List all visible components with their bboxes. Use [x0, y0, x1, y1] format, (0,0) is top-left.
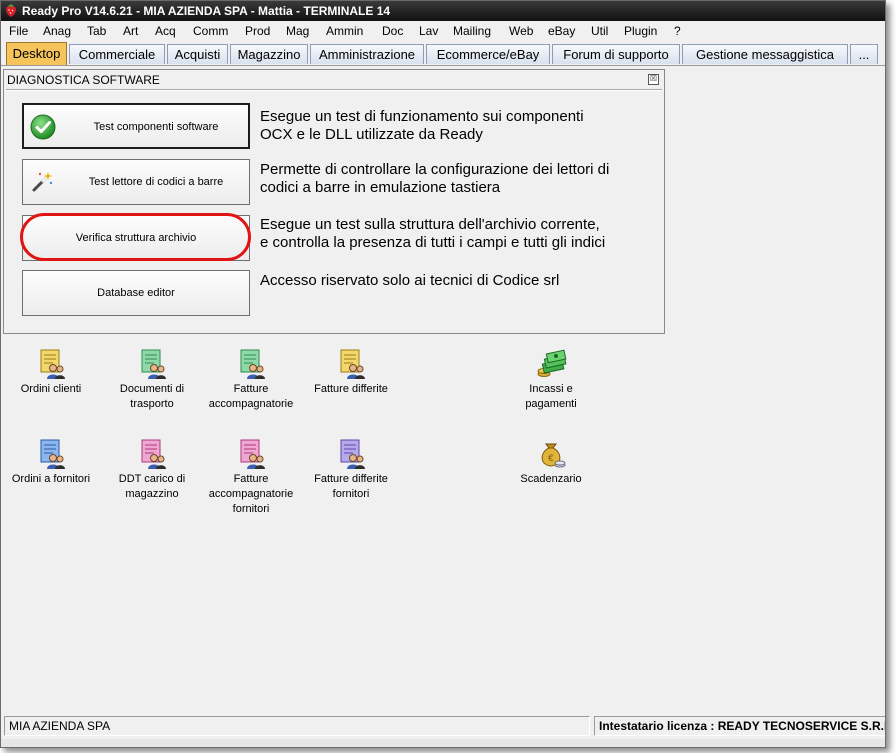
document-users-icon — [40, 439, 65, 469]
module-tab-bar: Desktop Commerciale Acquisti Magazzino A… — [1, 41, 885, 66]
tab-magazzino[interactable]: Magazzino — [230, 44, 308, 64]
menu-anag[interactable]: Anag — [43, 24, 71, 38]
test-barcode-desc-line1: Permette di controllare la configurazion… — [260, 161, 610, 178]
menu-bar: File Anag Tab Art Acq Comm Prod Mag Ammi… — [1, 21, 885, 41]
document-users-icon — [340, 439, 365, 469]
title-bar[interactable]: Ready Pro V14.6.21 - MIA AZIENDA SPA - M… — [1, 1, 885, 21]
menu-ebay[interactable]: eBay — [548, 24, 575, 38]
test-barcode-desc-line2: codici a barre in emulazione tastiera — [260, 179, 501, 196]
test-barcode-reader-label: Test lettore di codici a barre — [88, 176, 224, 188]
shortcut-fatture-differite-fornitori[interactable]: Fatture differite fornitori — [306, 438, 396, 502]
window-title: Ready Pro V14.6.21 - MIA AZIENDA SPA - M… — [22, 4, 391, 18]
menu-acq[interactable]: Acq — [155, 24, 176, 38]
menu-comm[interactable]: Comm — [193, 24, 228, 38]
menu-mag[interactable]: Mag — [286, 24, 309, 38]
magic-wand-icon — [32, 172, 53, 192]
tab-ecommerce-ebay[interactable]: Ecommerce/eBay — [426, 44, 550, 64]
close-icon[interactable]: ☒ — [648, 74, 659, 85]
menu-tab[interactable]: Tab — [87, 24, 106, 38]
menu-ammin[interactable]: Ammin — [326, 24, 363, 38]
test-barcode-reader-button[interactable]: Test lettore di codici a barre — [22, 159, 250, 205]
panel-divider — [6, 89, 662, 91]
database-editor-button[interactable]: Database editor — [22, 270, 250, 316]
shortcut-fatture-differite[interactable]: Fatture differite — [306, 348, 396, 397]
shortcut-label: Incassi e pagamenti — [525, 383, 577, 410]
status-bar: MIA AZIENDA SPA Intestatario licenza : R… — [1, 715, 885, 739]
document-users-icon — [141, 439, 166, 469]
tab-more[interactable]: ... — [850, 44, 878, 64]
tab-acquisti[interactable]: Acquisti — [167, 44, 228, 64]
document-users-icon — [240, 349, 265, 379]
money-bag-icon: € — [541, 443, 566, 468]
highlight-annotation-ellipse — [20, 213, 251, 261]
shortcut-documenti-trasporto[interactable]: Documenti di trasporto — [107, 348, 197, 412]
test-components-desc-line1: Esegue un test di funzionamento sui comp… — [260, 108, 584, 125]
menu-doc[interactable]: Doc — [382, 24, 403, 38]
shortcut-label: Fatture differite — [314, 383, 388, 395]
tab-forum-supporto[interactable]: Forum di supporto — [552, 44, 680, 64]
menu-lav[interactable]: Lav — [419, 24, 438, 38]
shortcut-label: Fatture accompagnatorie fornitori — [208, 473, 294, 515]
tab-gestione-messaggistica[interactable]: Gestione messaggistica — [682, 44, 848, 64]
test-components-desc-line2: OCX e le DLL utilizzate da Ready — [260, 126, 483, 143]
tab-amministrazione[interactable]: Amministrazione — [310, 44, 424, 64]
status-company: MIA AZIENDA SPA — [4, 716, 590, 736]
tab-desktop[interactable]: Desktop — [6, 42, 67, 65]
menu-file[interactable]: File — [9, 24, 28, 38]
shortcut-fatture-accompagnatorie[interactable]: Fatture accompagnatorie — [206, 348, 296, 412]
shortcut-incassi-pagamenti[interactable]: Incassi e pagamenti — [506, 348, 596, 412]
tab-commerciale[interactable]: Commerciale — [69, 44, 165, 64]
test-components-label: Test componenti software — [93, 121, 219, 133]
menu-art[interactable]: Art — [123, 24, 138, 38]
menu-prod[interactable]: Prod — [245, 24, 270, 38]
shortcut-label: Documenti di trasporto — [119, 383, 185, 410]
shortcut-fatture-accompagnatorie-fornitori[interactable]: Fatture accompagnatorie fornitori — [206, 438, 296, 517]
menu-help[interactable]: ? — [674, 24, 681, 38]
menu-web[interactable]: Web — [509, 24, 533, 38]
shortcut-ddt-carico-magazzino[interactable]: DDT carico di magazzino — [107, 438, 197, 502]
test-components-button[interactable]: Test componenti software — [22, 103, 250, 149]
database-editor-label: Database editor — [97, 287, 175, 299]
document-users-icon — [340, 349, 365, 379]
database-editor-desc: Accesso riservato solo ai tecnici di Cod… — [260, 272, 560, 289]
shortcut-scadenzario[interactable]: € Scadenzario — [506, 438, 596, 487]
shortcut-label: Scadenzario — [520, 473, 582, 485]
green-check-icon — [30, 114, 56, 140]
diagnostic-panel: DIAGNOSTICA SOFTWARE ☒ Test componenti s… — [3, 69, 665, 334]
svg-text:€: € — [548, 454, 554, 464]
document-users-icon — [240, 439, 265, 469]
verify-archive-desc-line2: e controlla la presenza di tutti i campi… — [260, 234, 606, 251]
shortcut-label: DDT carico di magazzino — [118, 473, 186, 500]
bottom-strip — [1, 739, 885, 747]
menu-util[interactable]: Util — [591, 24, 608, 38]
document-users-icon — [141, 349, 166, 379]
shortcut-label: Fatture differite fornitori — [314, 473, 388, 500]
menu-plugin[interactable]: Plugin — [624, 24, 657, 38]
panel-title: DIAGNOSTICA SOFTWARE — [7, 73, 160, 87]
shortcut-label: Ordini a fornitori — [11, 473, 91, 485]
shortcut-ordini-clienti[interactable]: Ordini clienti — [6, 348, 96, 397]
menu-mailing[interactable]: Mailing — [453, 24, 491, 38]
shortcut-ordini-fornitori[interactable]: Ordini a fornitori — [6, 438, 96, 487]
document-users-icon — [40, 349, 65, 379]
shortcut-label: Fatture accompagnatorie — [208, 383, 294, 410]
strawberry-app-icon — [6, 4, 16, 17]
shortcut-label: Ordini clienti — [20, 383, 82, 395]
app-window: Ready Pro V14.6.21 - MIA AZIENDA SPA - M… — [0, 0, 886, 748]
status-license: Intestatario licenza : READY TECNOSERVIC… — [594, 716, 885, 736]
money-stack-icon — [537, 349, 567, 377]
verify-archive-desc-line1: Esegue un test sulla struttura dell'arch… — [260, 216, 600, 233]
